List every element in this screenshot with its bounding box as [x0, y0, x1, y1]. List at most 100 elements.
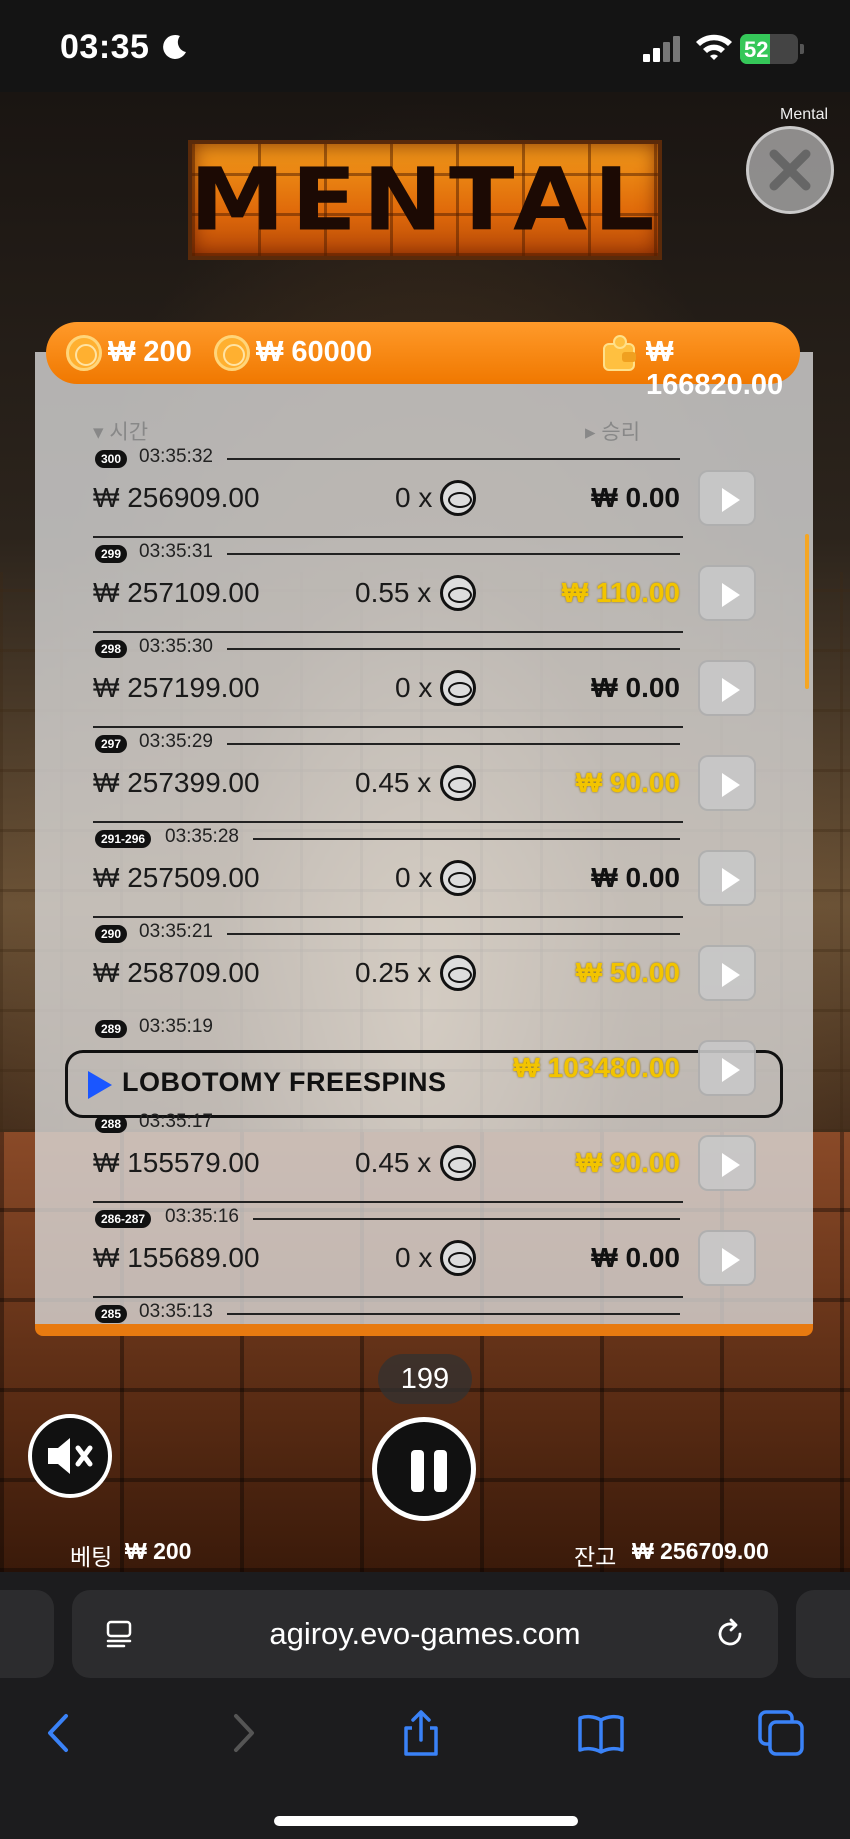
mute-button[interactable]: [28, 1414, 112, 1498]
bookmarks-icon[interactable]: [576, 1708, 626, 1758]
bet-info-bar: ₩ 200 ₩ 60000 ₩ 166820.00: [46, 322, 800, 401]
autospin-counter: 199: [378, 1354, 472, 1404]
win-amount: ₩ 0.00: [591, 672, 680, 703]
round-time: 03:35:32: [139, 446, 213, 467]
round-time: 03:35:17: [139, 1111, 213, 1132]
game-logo: MENTAL: [188, 140, 662, 260]
balance-label: 잔고: [574, 1544, 617, 1570]
replay-button[interactable]: [698, 850, 756, 906]
round-badge: 291-296: [95, 830, 152, 848]
close-button[interactable]: [746, 126, 834, 214]
multiplier: 0.55 x: [355, 577, 432, 608]
close-tooltip: Mental: [780, 106, 829, 123]
balance-amount: ₩ 155689.00: [93, 1242, 260, 1273]
coin-icon: [440, 670, 476, 706]
round-badge: 298: [95, 640, 128, 658]
win-amount: ₩ 0.00: [591, 1242, 680, 1273]
address-bar[interactable]: agiroy.evo-games.com: [72, 1590, 778, 1678]
tabs-icon[interactable]: [756, 1708, 806, 1758]
multiplier: 0.25 x: [355, 957, 432, 988]
coin-icon: [440, 1240, 476, 1276]
win-amount: ₩ 103480.00: [513, 1052, 680, 1083]
coin-icon: [440, 860, 476, 896]
round-time: 03:35:29: [139, 731, 213, 752]
reload-icon[interactable]: [712, 1616, 748, 1652]
forward-icon[interactable]: [218, 1708, 268, 1758]
back-icon[interactable]: [34, 1708, 84, 1758]
replay-button[interactable]: [698, 1135, 756, 1191]
status-bar: 03:35 52: [0, 0, 850, 92]
replay-button[interactable]: [698, 660, 756, 716]
close-icon: [769, 149, 811, 191]
history-row: 288 03:35:17 ₩ 155579.00 0.45 x ₩ 90.00: [35, 1107, 813, 1203]
history-row: 298 03:35:30 ₩ 257199.00 0 x ₩ 0.00: [35, 632, 813, 728]
balance-value: ₩ 256709.00: [632, 1538, 769, 1564]
win-amount: ₩ 0.00: [591, 862, 680, 893]
coin-icon: [440, 1145, 476, 1181]
balance-amount: ₩ 257199.00: [93, 672, 260, 703]
round-time: 03:35:30: [139, 636, 213, 657]
balance-amount: ₩ 257109.00: [93, 577, 260, 608]
round-badge: 289: [95, 1020, 128, 1038]
round-time: 03:35:19: [139, 1016, 213, 1037]
next-tab[interactable]: [796, 1590, 850, 1678]
balance-amount: ₩ 258709.00: [93, 957, 260, 988]
balance-amount: ₩ 256909.00: [93, 482, 260, 513]
win-amount: ₩ 0.00: [591, 482, 680, 513]
history-row: 290 03:35:21 ₩ 258709.00 0.25 x ₩ 50.00: [35, 917, 813, 1012]
wifi-icon: [696, 34, 732, 60]
bet-label: 베팅: [70, 1544, 113, 1570]
round-badge: 297: [95, 735, 128, 753]
play-arrow-icon: [88, 1071, 112, 1099]
round-time: 03:35:16: [165, 1206, 239, 1227]
win-amount: ₩ 90.00: [575, 1147, 680, 1178]
replay-button[interactable]: [698, 470, 756, 526]
replay-button[interactable]: [698, 1040, 756, 1096]
history-row: 286-287 03:35:16 ₩ 155689.00 0 x ₩ 0.00: [35, 1202, 813, 1298]
coin-icon: [440, 955, 476, 991]
round-badge: 290: [95, 925, 128, 943]
wallet-balance: ₩ 166820.00: [646, 336, 784, 401]
freespins-label: LOBOTOMY FREESPINS: [122, 1067, 447, 1097]
history-row: 300 03:35:32 ₩ 256909.00 0 x ₩ 0.00: [35, 442, 813, 538]
browser-toolbar: agiroy.evo-games.com: [0, 1572, 850, 1839]
replay-button[interactable]: [698, 565, 756, 621]
win-amount: ₩ 110.00: [561, 577, 680, 608]
max-bet: ₩ 60000: [256, 336, 373, 368]
round-badge: 285: [95, 1305, 128, 1323]
multiplier: 0.45 x: [355, 767, 432, 798]
history-panel[interactable]: ▾ 시간 ▸ 승리 300 03:35:32 ₩ 256909.00 0 x ₩…: [35, 352, 813, 1334]
win-amount: ₩ 90.00: [575, 767, 680, 798]
battery-level: 52: [744, 37, 769, 62]
coin-icon: [214, 335, 250, 371]
multiplier: 0 x: [395, 862, 433, 893]
replay-button[interactable]: [698, 1230, 756, 1286]
status-time: 03:35: [60, 28, 150, 66]
home-indicator: [274, 1816, 578, 1826]
multiplier: 0 x: [395, 482, 433, 513]
previous-tab[interactable]: [0, 1590, 54, 1678]
replay-button[interactable]: [698, 945, 756, 1001]
history-row: 297 03:35:29 ₩ 257399.00 0.45 x ₩ 90.00: [35, 727, 813, 823]
round-time: 03:35:13: [139, 1301, 213, 1322]
round-badge: 286-287: [95, 1210, 152, 1228]
battery-icon: 52: [740, 34, 798, 64]
round-badge: 300: [95, 450, 128, 468]
round-time: 03:35:31: [139, 541, 213, 562]
multiplier: 0.45 x: [355, 1147, 432, 1178]
coin-icon: [440, 575, 476, 611]
replay-button[interactable]: [698, 755, 756, 811]
balance-amount: ₩ 155579.00: [93, 1147, 260, 1178]
pause-button[interactable]: [372, 1417, 476, 1521]
round-badge: 288: [95, 1115, 128, 1133]
multiplier: 0 x: [395, 672, 433, 703]
bet-value: ₩ 200: [125, 1538, 192, 1564]
share-icon[interactable]: [396, 1708, 446, 1758]
coin-icon: [440, 480, 476, 516]
min-bet: ₩ 200: [108, 336, 192, 368]
freespins-row: 289 03:35:19 LOBOTOMY FREESPINS ₩ 103480…: [35, 1012, 813, 1118]
win-amount: ₩ 50.00: [575, 957, 680, 988]
round-time: 03:35:28: [165, 826, 239, 847]
url-text: agiroy.evo-games.com: [269, 1616, 581, 1651]
speaker-muted-icon: [48, 1438, 93, 1474]
